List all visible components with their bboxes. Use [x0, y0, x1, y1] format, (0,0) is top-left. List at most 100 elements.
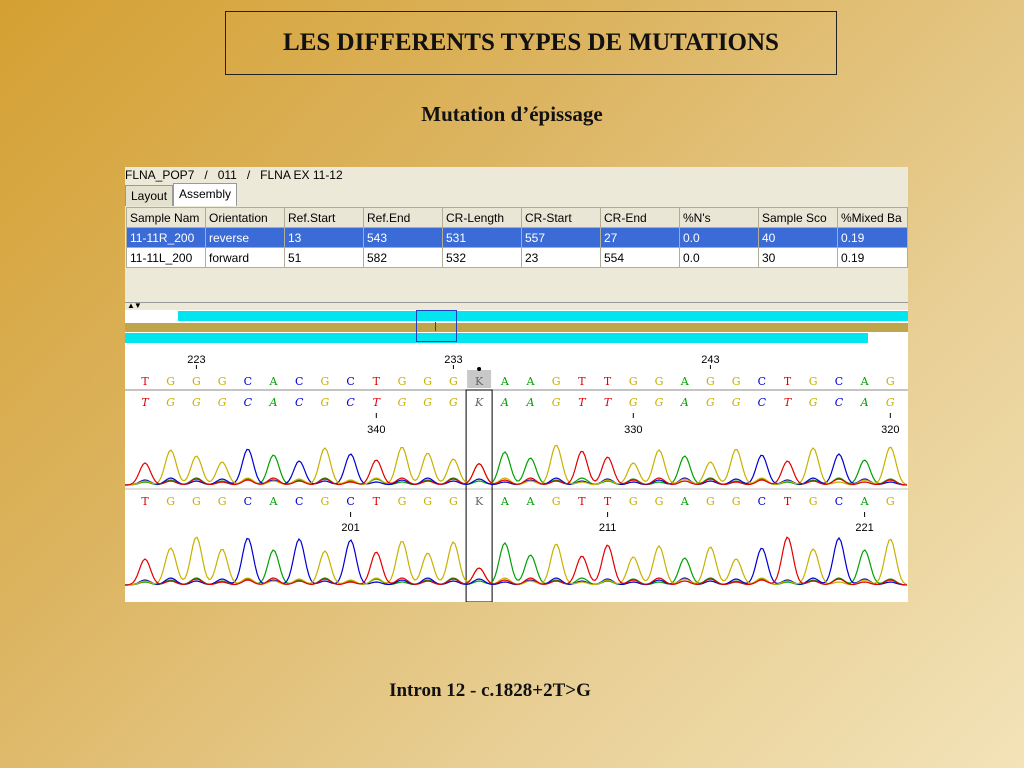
sequence-panel[interactable]: 223 233 243 340 330 320 201 211 221 T G G G C A C G C T G G G… — [125, 345, 908, 602]
reference-position: 223 — [187, 354, 205, 366]
reverse-read-base: A — [860, 396, 869, 409]
table-row[interactable]: 11-11R_200 reverse 13 543 531 557 27 0.0… — [126, 227, 908, 248]
table-row[interactable]: 11-11L_200 forward 51 582 532 23 554 0.0… — [126, 247, 908, 268]
reference-base: C — [295, 375, 303, 388]
reference-base: A — [680, 375, 690, 388]
forward-read-base: A — [526, 495, 536, 508]
reverse-read-base: G — [732, 396, 741, 409]
reverse-read-base: G — [655, 396, 664, 409]
reference-base: C — [758, 375, 766, 388]
forward-read-base: C — [295, 495, 303, 508]
reference-base: G — [886, 375, 895, 388]
forward-read-position: 221 — [855, 522, 873, 534]
table-cell: 51 — [284, 247, 364, 268]
table-cell: 0.19 — [837, 227, 908, 248]
reference-base: G — [449, 375, 458, 388]
forward-trace-A — [125, 542, 908, 586]
reverse-read-base: T — [784, 396, 793, 409]
reference-base: A — [269, 375, 279, 388]
reference-base: G — [809, 375, 818, 388]
panel-divider[interactable] — [125, 302, 908, 303]
reference-base: G — [732, 375, 741, 388]
forward-read-base: A — [269, 495, 279, 508]
reference-base: G — [706, 375, 715, 388]
table-cell: 27 — [600, 227, 680, 248]
reverse-read-base: C — [346, 396, 355, 409]
reference-position: 233 — [444, 354, 462, 366]
reverse-read-base: G — [809, 396, 818, 409]
reverse-read-base: T — [578, 396, 587, 409]
column-header[interactable]: CR-End — [600, 207, 680, 228]
column-header[interactable]: Orientation — [205, 207, 285, 228]
table-cell: 532 — [442, 247, 522, 268]
reverse-read-base: C — [835, 396, 844, 409]
forward-read-base: G — [655, 495, 664, 508]
tab-assembly[interactable]: Assembly — [173, 183, 238, 206]
reverse-read-base: A — [269, 396, 278, 409]
forward-read-base: G — [809, 495, 818, 508]
column-header[interactable]: Ref.Start — [284, 207, 364, 228]
reverse-read-base: G — [192, 396, 201, 409]
reverse-read-base: G — [629, 396, 638, 409]
chromatogram-view[interactable]: 223 233 243340 330 320201 211 221T G G G C A C G C T G G G… — [125, 345, 908, 602]
reverse-read-base: T — [141, 396, 150, 409]
table-cell: 0.0 — [679, 227, 759, 248]
column-header[interactable]: %N's — [679, 207, 759, 228]
reverse-read-base: A — [500, 396, 509, 409]
column-header[interactable]: Ref.End — [363, 207, 443, 228]
forward-read-base: A — [860, 495, 870, 508]
reverse-read-base: K — [474, 396, 484, 409]
reverse-read-base: G — [218, 396, 227, 409]
reverse-read-base: G — [398, 396, 407, 409]
table-cell: 0.19 — [837, 247, 908, 268]
column-header[interactable]: %Mixed Ba — [837, 207, 908, 228]
forward-read-base: K — [475, 495, 484, 508]
table-cell: reverse — [205, 227, 285, 248]
reverse-read-base: T — [604, 396, 613, 409]
reference-base: G — [192, 375, 201, 388]
reference-base: G — [166, 375, 175, 388]
table-cell: 23 — [521, 247, 601, 268]
forward-read-base: C — [758, 495, 766, 508]
overview-viewport-box[interactable] — [416, 310, 457, 342]
reverse-read-base: G — [166, 396, 175, 409]
forward-read-base: G — [398, 495, 407, 508]
forward-read-position: 211 — [599, 522, 617, 534]
forward-read-base: G — [629, 495, 638, 508]
reference-base: A — [526, 375, 536, 388]
column-header[interactable]: Sample Nam — [126, 207, 206, 228]
forward-read-base: G — [321, 495, 330, 508]
reference-base: A — [500, 375, 510, 388]
overview-strip[interactable] — [125, 310, 908, 345]
forward-read-base: T — [373, 495, 381, 508]
tab-layout[interactable]: Layout — [125, 185, 174, 206]
reference-base: T — [784, 375, 792, 388]
forward-read-base: G — [423, 495, 432, 508]
samples-table: Sample Nam Orientation Ref.Start Ref.End… — [126, 207, 908, 268]
forward-read-base: A — [680, 495, 690, 508]
forward-read-base: G — [449, 495, 458, 508]
table-cell: 543 — [363, 227, 443, 248]
reference-base: G — [321, 375, 330, 388]
reverse-read-base: A — [680, 396, 689, 409]
forward-read-base: G — [732, 495, 741, 508]
reverse-read-base: G — [321, 396, 330, 409]
table-cell: 531 — [442, 227, 522, 248]
table-cell: 554 — [600, 247, 680, 268]
forward-read-base: G — [166, 495, 175, 508]
column-header[interactable]: Sample Sco — [758, 207, 838, 228]
reverse-read-base: C — [758, 396, 767, 409]
column-header[interactable]: CR-Start — [521, 207, 601, 228]
column-header[interactable]: CR-Length — [442, 207, 522, 228]
reference-base: G — [552, 375, 561, 388]
reference-base: T — [604, 375, 612, 388]
forward-read-base: C — [346, 495, 354, 508]
reverse-read-position: 340 — [367, 424, 385, 436]
table-cell: forward — [205, 247, 285, 268]
reverse-read-base: G — [552, 396, 561, 409]
cursor-marker — [477, 367, 482, 371]
reverse-read-base: A — [526, 396, 535, 409]
reference-base: G — [218, 375, 227, 388]
table-cell: 557 — [521, 227, 601, 248]
overview-cursor — [435, 322, 436, 331]
